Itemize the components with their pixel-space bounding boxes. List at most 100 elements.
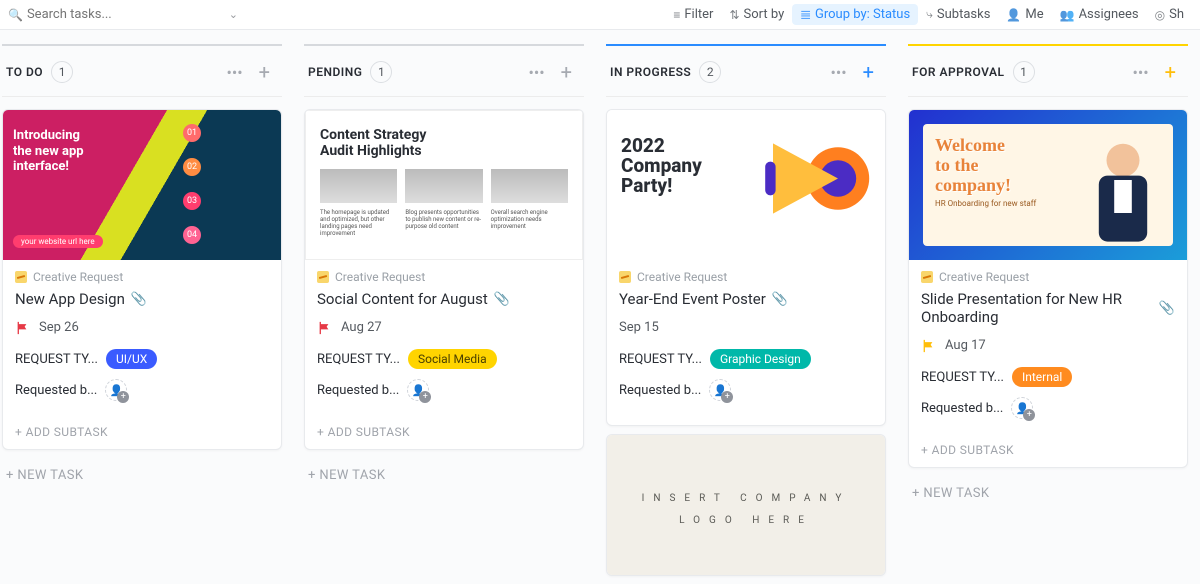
card-crumb: Creative Request [335, 270, 425, 284]
list-icon [15, 271, 27, 283]
add-subtask-button[interactable]: + ADD SUBTASK [305, 419, 583, 449]
priority-flag-icon[interactable] [317, 321, 331, 335]
attachment-icon: 📎 [494, 292, 510, 307]
request-type-pill[interactable]: Internal [1012, 367, 1072, 387]
thumb-headline: 2022 Company Party! [621, 136, 702, 196]
add-assignee-button[interactable]: 👤 [105, 379, 127, 401]
task-card[interactable]: Introducing the new app interface! 01 02… [2, 109, 282, 450]
sort-button[interactable]: ⇅ Sort by [721, 4, 792, 25]
column-title: IN PROGRESS [610, 65, 691, 79]
request-type-label: REQUEST TY... [15, 352, 98, 367]
assignees-button[interactable]: 👥 Assignees [1052, 4, 1147, 25]
request-type-label: REQUEST TY... [921, 370, 1004, 385]
thumb-chip: 04 [183, 226, 201, 244]
thumb-chip: 03 [183, 192, 201, 210]
requested-by-label: Requested b... [15, 383, 97, 398]
add-subtask-button[interactable]: + ADD SUBTASK [607, 419, 885, 426]
thumb-caption: The homepage is updated and optimized, b… [320, 209, 397, 237]
request-type-pill[interactable]: UI/UX [106, 349, 157, 369]
sort-icon: ⇅ [729, 8, 739, 22]
add-subtask-button[interactable]: + ADD SUBTASK [3, 419, 281, 449]
more-icon[interactable]: ••• [524, 61, 548, 84]
card-title: New App Design [15, 290, 125, 308]
add-in-column-button[interactable]: + [1161, 58, 1180, 86]
subtasks-icon: ⤷ [926, 7, 933, 22]
requested-by-label: Requested b... [921, 401, 1003, 416]
more-icon[interactable]: ••• [826, 61, 850, 84]
requested-by-label: Requested b... [317, 383, 399, 398]
eye-icon: ◎ [1155, 8, 1165, 22]
person-icon: 👤 [1006, 8, 1021, 22]
request-type-pill[interactable]: Graphic Design [710, 349, 811, 369]
task-card[interactable]: 2022 Company Party! Creative Request Yea… [606, 109, 886, 426]
new-task-button[interactable]: + NEW TASK [908, 476, 1188, 511]
thumb-chip: 01 [183, 124, 201, 142]
more-icon[interactable]: ••• [222, 61, 246, 84]
thumb-badge: your website url here [13, 235, 103, 248]
add-assignee-button[interactable]: 👤 [709, 379, 731, 401]
search-input[interactable] [27, 7, 197, 22]
thumb-caption: Overall search engine optimization needs… [491, 209, 568, 237]
column-count: 1 [51, 61, 73, 83]
search-wrap: 🔍 ⌄ [8, 7, 238, 22]
column-title: PENDING [308, 65, 362, 79]
search-icon: 🔍 [8, 8, 23, 22]
me-button[interactable]: 👤 Me [998, 4, 1051, 25]
show-button[interactable]: ◎ Sh [1147, 4, 1192, 25]
card-thumbnail: INSERT COMPANY LOGO HERE [607, 435, 885, 576]
column-todo: TO DO 1 ••• + Introducing the new app in… [2, 44, 282, 584]
priority-flag-icon[interactable] [921, 339, 935, 353]
priority-flag-icon[interactable] [15, 321, 29, 335]
requested-by-label: Requested b... [619, 383, 701, 398]
list-icon [921, 271, 933, 283]
card-crumb: Creative Request [637, 270, 727, 284]
group-button[interactable]: 𝌆 Group by: Status [792, 4, 918, 25]
add-assignee-button[interactable]: 👤 [1011, 397, 1033, 419]
list-icon [317, 271, 329, 283]
filter-icon: ≡ [673, 8, 680, 22]
people-icon: 👥 [1060, 8, 1075, 22]
add-assignee-button[interactable]: 👤 [407, 379, 429, 401]
card-thumbnail: Welcome to the company! HR Onboarding fo… [909, 110, 1187, 260]
kanban-board: TO DO 1 ••• + Introducing the new app in… [0, 30, 1200, 584]
more-icon[interactable]: ••• [1128, 61, 1152, 84]
new-task-button[interactable]: + NEW TASK [304, 458, 584, 493]
attachment-icon: 📎 [131, 292, 147, 307]
due-date[interactable]: Sep 26 [39, 320, 79, 335]
request-type-pill[interactable]: Social Media [408, 349, 497, 369]
add-in-column-button[interactable]: + [859, 58, 878, 86]
thumb-headline: INSERT COMPANY LOGO HERE [642, 488, 851, 532]
show-label: Sh [1169, 7, 1184, 22]
sort-label: Sort by [744, 7, 785, 22]
top-toolbar: 🔍 ⌄ ≡ Filter ⇅ Sort by 𝌆 Group by: Statu… [0, 0, 1200, 30]
thumb-headline: Introducing the new app interface! [13, 128, 84, 175]
column-count: 1 [1013, 61, 1035, 83]
filter-button[interactable]: ≡ Filter [665, 4, 721, 25]
card-crumb: Creative Request [939, 270, 1029, 284]
chevron-down-icon[interactable]: ⌄ [229, 8, 238, 21]
task-card[interactable]: INSERT COMPANY LOGO HERE [606, 434, 886, 576]
due-date[interactable]: Aug 27 [341, 320, 382, 335]
new-task-button[interactable]: + NEW TASK [2, 458, 282, 493]
request-type-label: REQUEST TY... [619, 352, 702, 367]
column-in-progress: IN PROGRESS 2 ••• + 2022 Company Party! … [606, 44, 886, 584]
attachment-icon: 📎 [1159, 301, 1175, 316]
card-title: Year-End Event Poster [619, 290, 766, 308]
megaphone-icon [747, 120, 877, 250]
column-title: TO DO [6, 65, 43, 79]
person-illustration-icon [1079, 136, 1167, 246]
column-for-approval: FOR APPROVAL 1 ••• + Welcome to the comp… [908, 44, 1188, 584]
add-in-column-button[interactable]: + [557, 58, 576, 86]
card-thumbnail: Introducing the new app interface! 01 02… [3, 110, 281, 260]
add-in-column-button[interactable]: + [255, 58, 274, 86]
due-date[interactable]: Sep 15 [619, 320, 659, 335]
task-card[interactable]: Welcome to the company! HR Onboarding fo… [908, 109, 1188, 468]
subtasks-label: Subtasks [937, 7, 991, 22]
due-date[interactable]: Aug 17 [945, 338, 986, 353]
add-subtask-button[interactable]: + ADD SUBTASK [909, 437, 1187, 467]
request-type-label: REQUEST TY... [317, 352, 400, 367]
task-card[interactable]: Content Strategy Audit Highlights The ho… [304, 109, 584, 450]
column-count: 2 [699, 61, 721, 83]
group-label: Group by: Status [815, 7, 910, 22]
subtasks-button[interactable]: ⤷ Subtasks [918, 4, 998, 25]
